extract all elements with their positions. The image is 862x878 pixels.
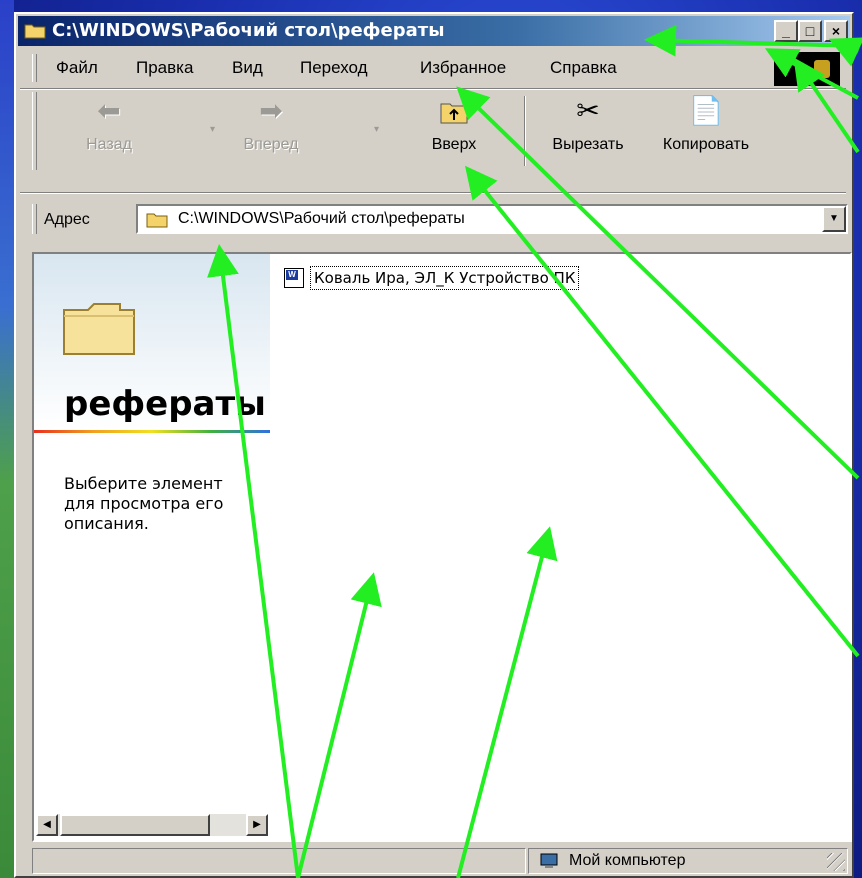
large-folder-icon xyxy=(63,303,135,355)
up-button[interactable]: Вверх xyxy=(414,94,494,154)
back-dropdown-icon[interactable]: ▾ xyxy=(210,124,215,135)
maximize-button[interactable]: □ xyxy=(798,20,822,42)
throbber-icon xyxy=(814,60,830,78)
up-folder-icon xyxy=(440,103,468,124)
folder-icon xyxy=(146,213,168,228)
forward-dropdown-icon[interactable]: ▾ xyxy=(374,124,379,135)
menu-favorites[interactable]: Избранное xyxy=(420,58,506,78)
toolbar-separator xyxy=(524,96,526,166)
forward-button[interactable]: ➡ Вперед xyxy=(226,94,316,154)
address-grip[interactable] xyxy=(32,204,37,234)
divider xyxy=(20,192,846,194)
menu-edit[interactable]: Правка xyxy=(136,58,193,78)
menu-view[interactable]: Вид xyxy=(232,58,263,78)
status-cell-info xyxy=(32,848,526,874)
copy-button[interactable]: 📄 Копировать xyxy=(646,94,766,154)
close-button[interactable]: × xyxy=(824,20,848,42)
address-label: Адрес xyxy=(44,211,90,228)
menu-file[interactable]: Файл xyxy=(56,58,98,78)
back-button[interactable]: ⬅ Назад xyxy=(66,94,152,154)
resize-grip[interactable] xyxy=(827,853,845,871)
scroll-left-button[interactable]: ◀ xyxy=(36,814,58,836)
status-cell-zone: Мой компьютер xyxy=(528,848,848,874)
scissors-icon: ✂ xyxy=(576,95,600,126)
menu-bar: Файл Правка Вид Переход Избранное Справк… xyxy=(32,52,772,84)
title-bar[interactable]: C:\WINDOWS\Рабочий стол\рефераты _ □ × xyxy=(18,16,850,46)
window-title: C:\WINDOWS\Рабочий стол\рефераты xyxy=(52,20,445,41)
web-view-pane: рефераты Выберите элемент для просмотра … xyxy=(34,254,270,840)
desktop-background xyxy=(0,0,14,878)
zone-label: Мой компьютер xyxy=(569,852,686,869)
my-computer-icon xyxy=(540,853,558,868)
menu-grip[interactable] xyxy=(32,54,37,82)
menu-go[interactable]: Переход xyxy=(300,58,368,78)
address-dropdown-button[interactable]: ▼ xyxy=(822,206,846,232)
folder-name-heading: рефераты xyxy=(64,384,266,424)
folder-view[interactable]: рефераты Выберите элемент для просмотра … xyxy=(32,252,852,842)
copy-icon: 📄 xyxy=(688,95,724,126)
explorer-window: C:\WINDOWS\Рабочий стол\рефераты _ □ × Ф… xyxy=(14,12,854,878)
address-value: C:\WINDOWS\Рабочий стол\рефераты xyxy=(178,210,465,227)
menu-help[interactable]: Справка xyxy=(550,58,617,78)
status-bar: Мой компьютер xyxy=(32,846,852,876)
scroll-thumb[interactable] xyxy=(60,814,210,836)
horizontal-scrollbar[interactable]: ◀ ▶ xyxy=(36,814,268,836)
cut-button[interactable]: ✂ Вырезать xyxy=(534,94,642,154)
rainbow-divider xyxy=(34,430,270,433)
address-input[interactable]: C:\WINDOWS\Рабочий стол\рефераты ▼ xyxy=(136,204,848,234)
windows-logo xyxy=(774,52,840,86)
standard-toolbar: ⬅ Назад ▾ ➡ Вперед ▾ Вверх ✂ Вырезать 📄 … xyxy=(32,90,852,174)
arrow-right-icon: ➡ xyxy=(259,95,283,126)
file-name: Коваль Ира, ЭЛ_К Устройство ПК xyxy=(310,266,580,290)
selection-hint: Выберите элемент для просмотра его описа… xyxy=(64,474,224,533)
arrow-left-icon: ⬅ xyxy=(97,95,121,126)
toolbar-grip[interactable] xyxy=(32,92,37,170)
minimize-button[interactable]: _ xyxy=(774,20,798,42)
word-document-icon: W xyxy=(284,268,304,288)
address-bar: Адрес C:\WINDOWS\Рабочий стол\рефераты ▼ xyxy=(32,202,852,238)
scroll-right-button[interactable]: ▶ xyxy=(246,814,268,836)
folder-icon xyxy=(24,24,46,39)
